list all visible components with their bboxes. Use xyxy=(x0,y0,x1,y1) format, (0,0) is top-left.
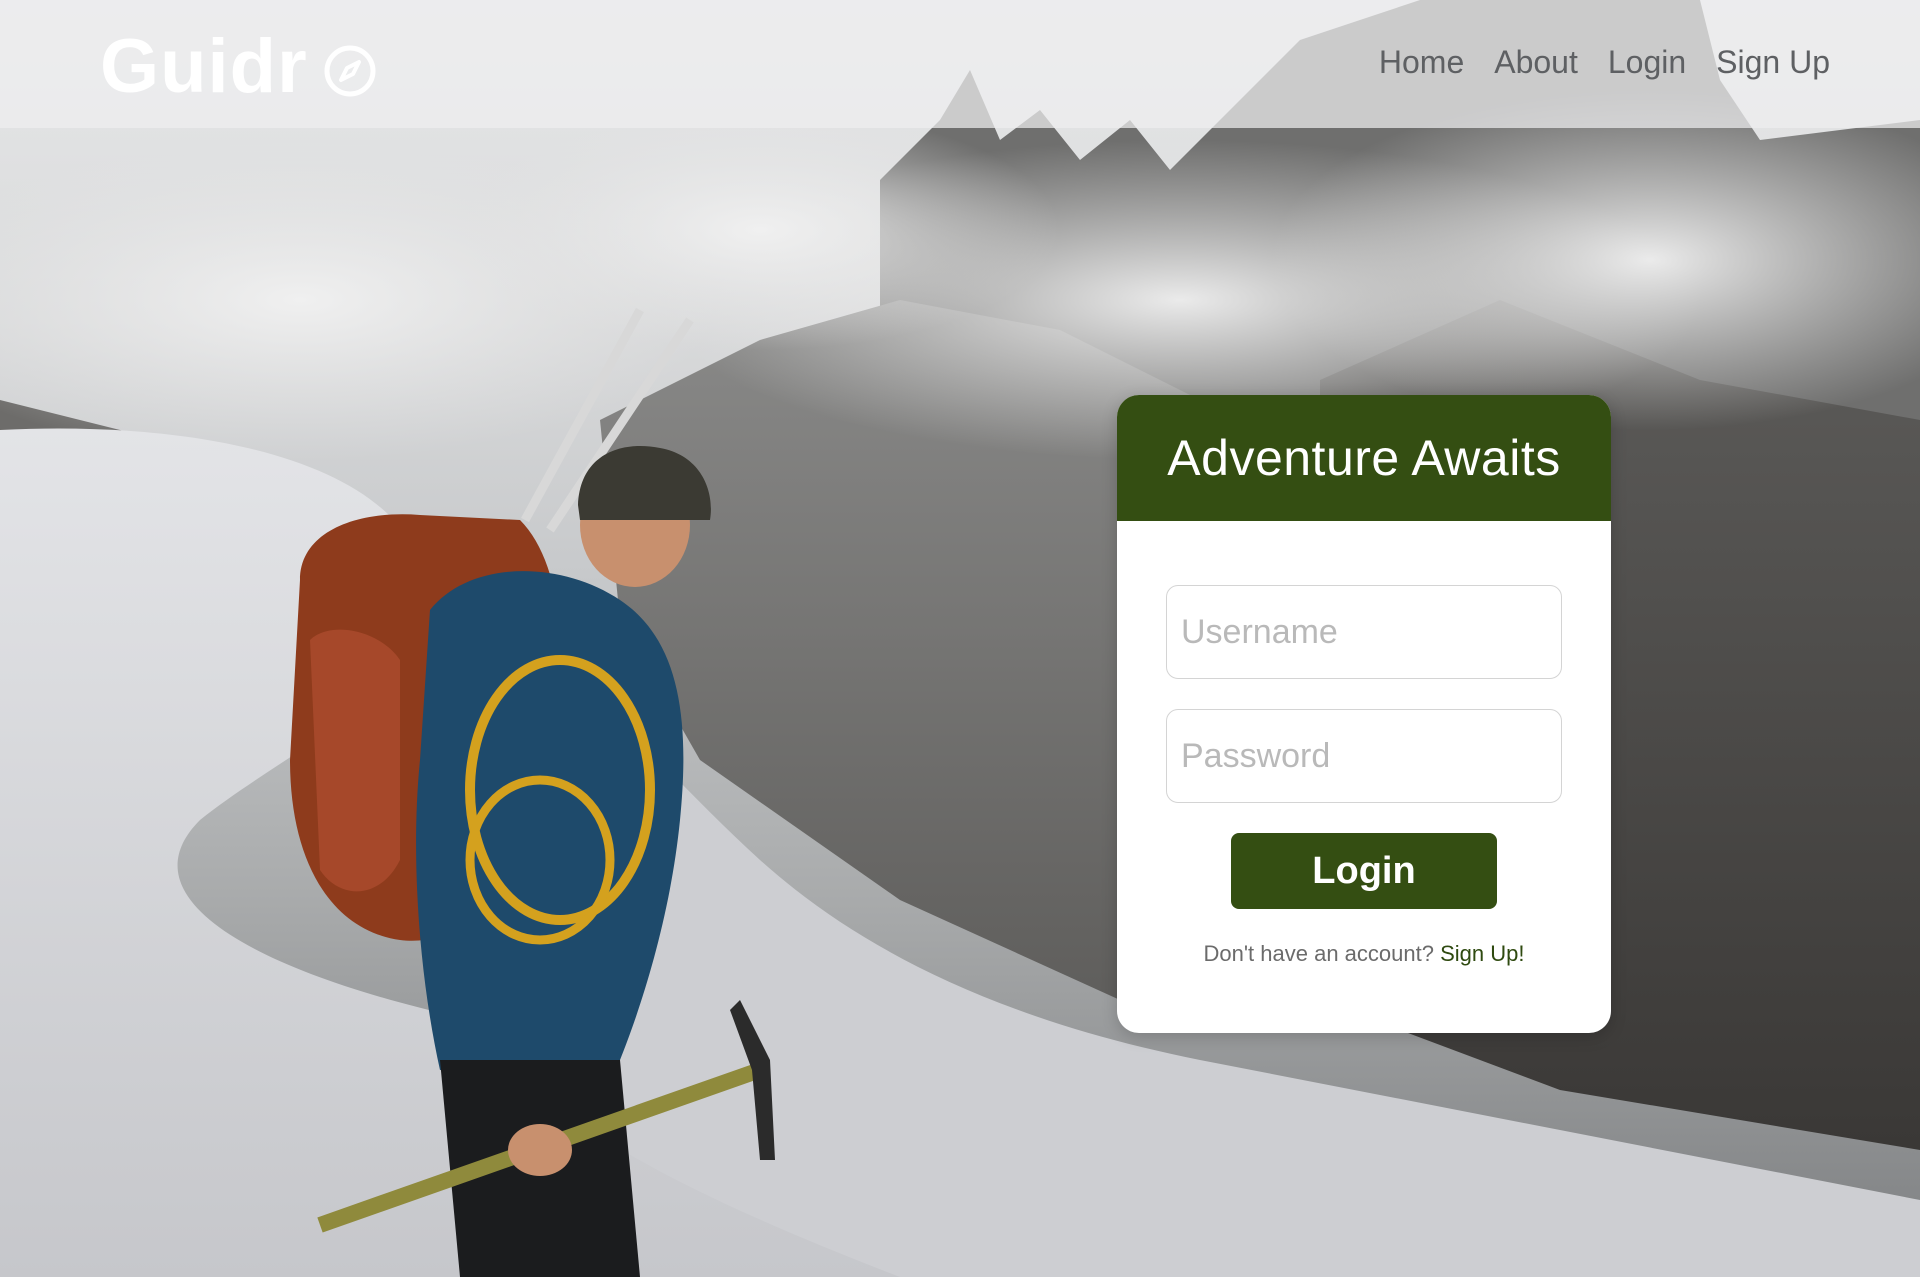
login-button[interactable]: Login xyxy=(1231,833,1497,909)
login-page: Guidr Home About Login Sign Up Adventure… xyxy=(0,0,1920,1277)
brand-logo[interactable]: Guidr xyxy=(100,24,378,110)
nav-signup-link[interactable]: Sign Up xyxy=(1716,44,1830,81)
nav-login-link[interactable]: Login xyxy=(1608,44,1686,81)
login-form: Login Don't have an account? Sign Up! xyxy=(1117,521,1611,967)
landscape-illustration xyxy=(0,0,1920,1277)
nav-home-link[interactable]: Home xyxy=(1379,44,1464,81)
brand-name: Guidr xyxy=(100,24,308,109)
login-card: Adventure Awaits Login Don't have an acc… xyxy=(1117,395,1611,1033)
signup-prompt-text: Don't have an account? xyxy=(1203,941,1434,966)
signup-prompt-line: Don't have an account? Sign Up! xyxy=(1117,941,1611,967)
login-card-title: Adventure Awaits xyxy=(1167,430,1561,486)
nav-about-link[interactable]: About xyxy=(1494,44,1578,81)
login-card-header: Adventure Awaits xyxy=(1117,395,1611,521)
site-header: Guidr Home About Login Sign Up xyxy=(0,0,1920,128)
password-input[interactable] xyxy=(1166,709,1562,803)
background-photo xyxy=(0,0,1920,1277)
signup-link[interactable]: Sign Up! xyxy=(1440,941,1524,966)
username-input[interactable] xyxy=(1166,585,1562,679)
compass-icon xyxy=(324,45,376,97)
main-nav: Home About Login Sign Up xyxy=(1379,44,1830,81)
